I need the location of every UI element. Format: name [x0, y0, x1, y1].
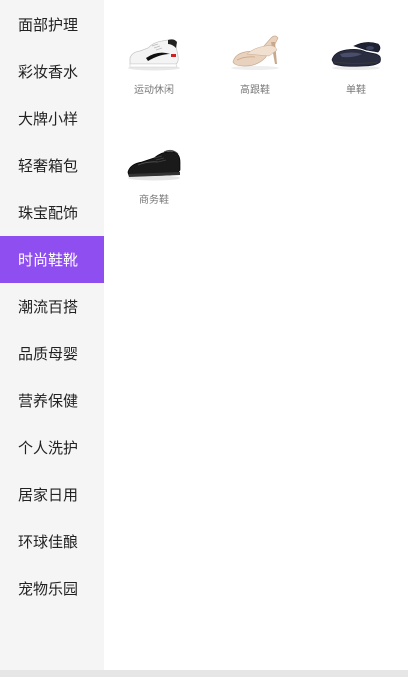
subcategory-label: 单鞋 — [346, 85, 366, 96]
sidebar-item-label: 珠宝配饰 — [18, 204, 79, 222]
black-oxford-icon — [124, 134, 184, 186]
sidebar-item-label: 面部护理 — [18, 15, 79, 34]
white-sneaker-icon — [124, 24, 184, 76]
subcategory-high-heels[interactable]: 高跟鞋 — [205, 24, 305, 134]
sidebar-item-personal-care[interactable]: 个人洗护 — [0, 424, 104, 471]
subcategory-label: 商务鞋 — [139, 195, 169, 206]
sidebar-item-label: 宠物乐园 — [18, 580, 79, 598]
sidebar-item-baby[interactable]: 品质母婴 — [0, 330, 104, 377]
subcategory-label: 高跟鞋 — [240, 85, 270, 96]
subcategory-grid: 运动休闲 高跟鞋 单鞋 商务鞋 — [104, 24, 408, 244]
sidebar-item-shoes[interactable]: 时尚鞋靴 — [0, 236, 104, 283]
sidebar-item-luxury-bags[interactable]: 轻奢箱包 — [0, 142, 104, 189]
subcategory-label: 运动休闲 — [134, 85, 174, 96]
navy-flat-icon — [326, 24, 386, 76]
sidebar-item-label: 时尚鞋靴 — [18, 251, 79, 269]
category-sidebar: 面部护理 彩妆香水 大牌小样 轻奢箱包 珠宝配饰 时尚鞋靴 潮流百搭 品质母婴 … — [0, 0, 104, 670]
sidebar-item-label: 个人洗护 — [18, 439, 79, 457]
sidebar-item-makeup-perfume[interactable]: 彩妆香水 — [0, 48, 104, 95]
nude-heel-icon — [225, 24, 285, 76]
app-root: 面部护理 彩妆香水 大牌小样 轻奢箱包 珠宝配饰 时尚鞋靴 潮流百搭 品质母婴 … — [0, 0, 408, 677]
sidebar-item-pets[interactable]: 宠物乐园 — [0, 565, 104, 612]
sidebar-item-brand-samples[interactable]: 大牌小样 — [0, 95, 104, 142]
sidebar-item-label: 居家日用 — [18, 486, 79, 504]
sidebar-item-label: 彩妆香水 — [18, 63, 79, 81]
sidebar-item-trendy[interactable]: 潮流百搭 — [0, 283, 104, 330]
sidebar-item-nutrition[interactable]: 营养保健 — [0, 377, 104, 424]
sidebar-item-wine[interactable]: 环球佳酿 — [0, 518, 104, 565]
subcategory-panel: 运动休闲 高跟鞋 单鞋 商务鞋 — [104, 0, 408, 670]
subcategory-business-shoes[interactable]: 商务鞋 — [104, 134, 204, 244]
sidebar-item-face-care[interactable]: 面部护理 — [0, 0, 104, 48]
sidebar-item-label: 大牌小样 — [18, 110, 79, 128]
sidebar-item-label: 营养保健 — [18, 392, 79, 410]
bottom-divider — [0, 670, 408, 677]
subcategory-sport-casual[interactable]: 运动休闲 — [104, 24, 204, 134]
sidebar-item-label: 轻奢箱包 — [18, 157, 79, 175]
sidebar-item-home[interactable]: 居家日用 — [0, 471, 104, 518]
sidebar-item-jewelry[interactable]: 珠宝配饰 — [0, 189, 104, 236]
sidebar-item-label: 环球佳酿 — [18, 533, 79, 551]
subcategory-flats[interactable]: 单鞋 — [306, 24, 406, 134]
sidebar-item-label: 潮流百搭 — [18, 298, 79, 316]
sidebar-item-label: 品质母婴 — [18, 345, 79, 363]
